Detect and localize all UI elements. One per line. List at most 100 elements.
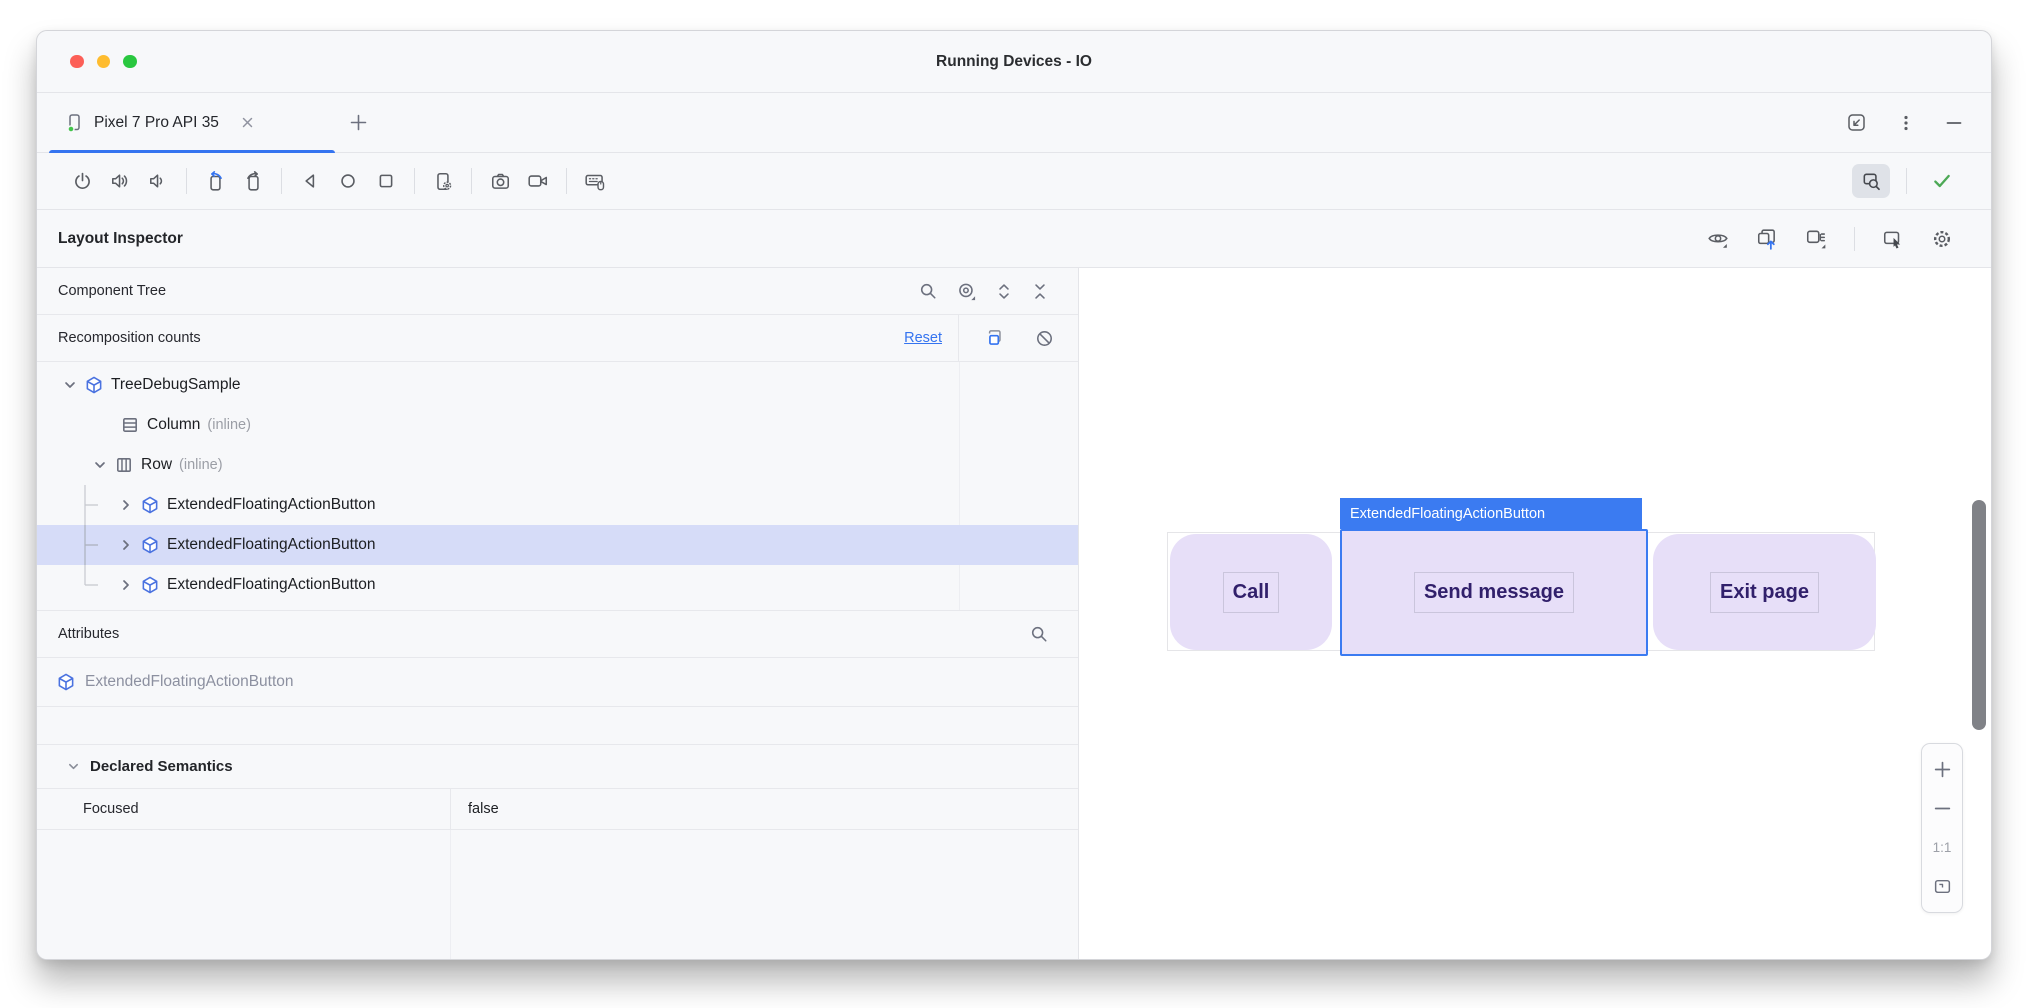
fab-exit-page[interactable]: Exit page: [1653, 534, 1876, 650]
device-toolbar: [37, 153, 1991, 210]
highlight-recompositions-eye-icon[interactable]: [1707, 228, 1729, 250]
settings-gear-icon[interactable]: [1931, 228, 1953, 250]
hide-tool-window-icon[interactable]: [1945, 114, 1963, 132]
volume-down-icon[interactable]: [139, 164, 177, 198]
collapse-all-icon[interactable]: [1032, 283, 1048, 300]
zoom-actual-size-button[interactable]: 1:1: [1927, 833, 1957, 863]
node-label: TreeDebugSample: [111, 376, 241, 394]
layout-inspector-panel: Component Tree Reco: [37, 268, 1079, 959]
search-icon[interactable]: [919, 282, 937, 300]
volume-up-icon[interactable]: [101, 164, 139, 198]
window-title: Running Devices - IO: [37, 53, 1991, 71]
zoom-in-button[interactable]: [1927, 755, 1957, 785]
node-label: ExtendedFloatingActionButton: [167, 496, 376, 514]
row-layout-icon: [115, 456, 133, 474]
layout-inspector-toggle-icon[interactable]: [1852, 164, 1890, 198]
compose-node-icon: [85, 376, 103, 394]
fab-call-label: Call: [1223, 572, 1280, 613]
selected-component-name: ExtendedFloatingActionButton: [85, 673, 294, 691]
power-button-icon[interactable]: [63, 164, 101, 198]
active-tab-indicator: [49, 150, 335, 154]
fab-exit-page-label: Exit page: [1710, 572, 1819, 613]
rotate-right-icon[interactable]: [234, 164, 272, 198]
node-label: ExtendedFloatingActionButton: [167, 576, 376, 594]
chevron-right-icon[interactable]: [119, 578, 133, 592]
chevron-right-icon[interactable]: [119, 538, 133, 552]
search-icon[interactable]: [1030, 625, 1048, 643]
selection-tooltip: ExtendedFloatingActionButton: [1340, 498, 1642, 529]
compose-node-icon: [57, 673, 75, 691]
recomposition-highlight-icon[interactable]: [957, 282, 976, 301]
add-device-tab-button[interactable]: [341, 106, 375, 140]
view-options-tree-icon[interactable]: [1805, 228, 1827, 250]
expand-all-icon[interactable]: [996, 283, 1012, 300]
node-suffix: (inline): [207, 417, 251, 433]
tree-node-column[interactable]: Column (inline): [37, 405, 1078, 445]
attributes-header: Attributes: [37, 610, 1078, 658]
compose-node-icon: [141, 496, 159, 514]
semantics-value: false: [450, 789, 1078, 829]
reset-counts-link[interactable]: Reset: [904, 330, 942, 346]
close-tab-icon[interactable]: [241, 116, 254, 129]
node-label: Column: [147, 416, 200, 434]
title-bar: Running Devices - IO: [37, 31, 1991, 93]
device-settings-icon[interactable]: [424, 164, 462, 198]
fab-send-message[interactable]: Send message: [1347, 536, 1641, 649]
tab-pixel-7-pro[interactable]: Pixel 7 Pro API 35: [49, 93, 335, 152]
component-tree-header: Component Tree: [37, 268, 1078, 315]
selected-component-row: ExtendedFloatingActionButton: [37, 658, 1078, 707]
node-suffix: (inline): [179, 457, 223, 473]
tree-guide-corner: [83, 565, 119, 605]
tab-label: Pixel 7 Pro API 35: [94, 114, 219, 132]
component-tree-title: Component Tree: [58, 283, 166, 299]
android-overview-icon[interactable]: [367, 164, 405, 198]
chevron-down-icon[interactable]: [63, 378, 77, 392]
dock-window-icon[interactable]: [1846, 112, 1867, 133]
hardware-input-icon[interactable]: [576, 164, 614, 198]
more-options-kebab-icon[interactable]: [1897, 114, 1915, 132]
phone-device-icon: [65, 113, 84, 132]
android-home-icon[interactable]: [329, 164, 367, 198]
layout-inspector-bar: Layout Inspector: [37, 210, 1991, 268]
node-label: Row: [141, 456, 172, 474]
apply-check-icon[interactable]: [1923, 164, 1961, 198]
declared-semantics-title: Declared Semantics: [90, 758, 233, 775]
semantics-row-focused[interactable]: Focused false: [37, 789, 1078, 830]
column-layout-icon: [121, 416, 139, 434]
tree-node-row[interactable]: Row (inline): [37, 445, 1078, 485]
tree-guide-tee: [83, 525, 119, 565]
layout-inspector-title: Layout Inspector: [58, 230, 183, 248]
screen-record-icon[interactable]: [519, 164, 557, 198]
tree-node-treedebugsample[interactable]: TreeDebugSample: [37, 365, 1078, 405]
attributes-empty-area: [37, 830, 1078, 959]
zoom-controls: 1:1: [1921, 743, 1963, 913]
show-counts-toggle-icon[interactable]: [984, 329, 1003, 348]
device-render-pane[interactable]: Call ExtendedFloatingActionButton Send m…: [1079, 268, 1991, 959]
export-snapshot-icon[interactable]: [1756, 228, 1778, 250]
select-component-icon[interactable]: [1882, 228, 1904, 250]
recomposition-counts-label: Recomposition counts: [58, 330, 201, 346]
disable-counts-icon[interactable]: [1035, 329, 1054, 348]
attributes-title: Attributes: [58, 626, 119, 642]
tree-node-efab-1[interactable]: ExtendedFloatingActionButton: [37, 485, 1078, 525]
chevron-down-icon: [67, 760, 80, 773]
rotate-left-icon[interactable]: [196, 164, 234, 198]
chevron-right-icon[interactable]: [119, 498, 133, 512]
android-back-icon[interactable]: [291, 164, 329, 198]
semantics-name: Focused: [37, 789, 450, 829]
vertical-scrollbar-thumb[interactable]: [1972, 500, 1986, 730]
screenshot-camera-icon[interactable]: [481, 164, 519, 198]
running-devices-window: Running Devices - IO Pixel 7 Pro API 35: [36, 30, 1992, 960]
compose-node-icon: [141, 576, 159, 594]
declared-semantics-header[interactable]: Declared Semantics: [37, 744, 1078, 789]
device-tab-bar: Pixel 7 Pro API 35: [37, 93, 1991, 153]
tree-node-efab-3[interactable]: ExtendedFloatingActionButton: [37, 565, 1078, 605]
recomposition-counts-row: Recomposition counts Reset: [37, 315, 1078, 362]
zoom-out-button[interactable]: [1927, 794, 1957, 824]
fab-call[interactable]: Call: [1170, 534, 1332, 650]
selection-outline[interactable]: Send message: [1340, 529, 1648, 656]
tree-node-efab-2-selected[interactable]: ExtendedFloatingActionButton: [37, 525, 1078, 565]
zoom-to-fit-button[interactable]: [1927, 872, 1957, 902]
component-tree: TreeDebugSample Column (inline): [37, 362, 1078, 610]
chevron-down-icon[interactable]: [93, 458, 107, 472]
